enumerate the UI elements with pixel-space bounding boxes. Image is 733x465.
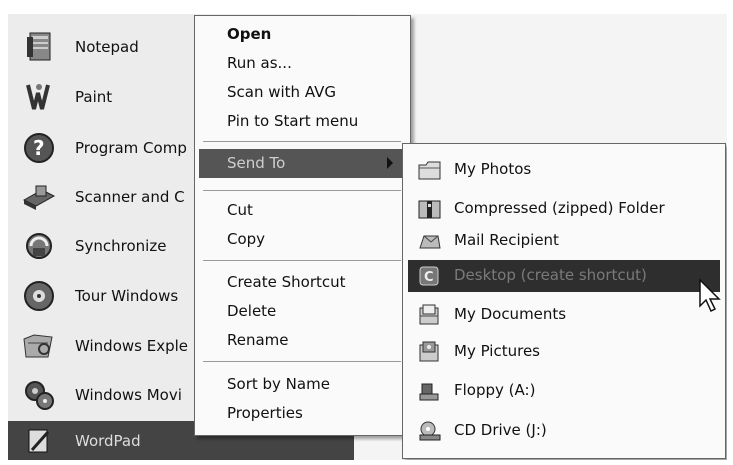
program-label: Scanner and C: [75, 188, 185, 206]
program-label: Tour Windows: [75, 287, 179, 305]
program-label: WordPad: [75, 431, 141, 450]
send-to-label: Mail Recipient: [454, 231, 559, 249]
mail-icon: [418, 230, 442, 252]
send-to-cd-drive[interactable]: CD Drive (J:): [408, 415, 720, 447]
menu-item-pin-to-start[interactable]: Pin to Start menu: [227, 112, 358, 130]
send-to-label: Floppy (A:): [454, 381, 536, 399]
send-to-my-photos[interactable]: My Photos: [408, 154, 720, 186]
menu-item-run-as[interactable]: Run as...: [227, 54, 292, 72]
menu-item-open[interactable]: Open: [227, 25, 271, 43]
svg-text:C: C: [424, 270, 434, 285]
documents-icon: [418, 304, 442, 326]
send-to-floppy[interactable]: Floppy (A:): [408, 375, 720, 407]
menu-separator: [203, 190, 401, 191]
frame-right: [727, 0, 733, 465]
menu-item-send-to[interactable]: Send To: [199, 149, 405, 178]
svg-text:?: ?: [33, 136, 45, 160]
paint-icon: [22, 80, 56, 114]
menu-item-sort-by-name[interactable]: Sort by Name: [227, 375, 330, 393]
program-label: Paint: [75, 88, 113, 106]
tour-windows-icon: [22, 279, 56, 313]
menu-item-delete[interactable]: Delete: [227, 302, 276, 320]
mouse-cursor-icon: [699, 278, 721, 313]
program-compatibility-icon: ?: [22, 131, 56, 165]
menu-separator: [203, 260, 401, 261]
frame-left: [0, 0, 8, 465]
menu-item-properties[interactable]: Properties: [227, 404, 303, 422]
program-label: Notepad: [75, 38, 139, 56]
send-to-submenu: My Photos Compressed (zipped) Folder Mai…: [402, 143, 726, 459]
scanner-icon: [22, 180, 56, 214]
send-to-label: My Photos: [454, 160, 532, 178]
program-label: Synchronize: [75, 237, 167, 255]
menu-item-copy[interactable]: Copy: [227, 230, 265, 248]
send-to-label: Desktop (create shortcut): [454, 266, 647, 284]
zip-folder-icon: [418, 198, 442, 220]
frame-bottom: [0, 460, 733, 465]
frame-top: [0, 0, 733, 14]
folder-icon: [418, 159, 442, 181]
send-to-my-pictures[interactable]: My Pictures: [408, 336, 720, 368]
submenu-arrow-icon: [387, 157, 393, 169]
program-label: Windows Exple: [75, 337, 188, 355]
program-label: Windows Movi: [75, 386, 182, 404]
send-to-label: My Pictures: [454, 342, 540, 360]
synchronize-icon: [22, 229, 56, 263]
notepad-icon: [22, 30, 56, 64]
menu-item-cut[interactable]: Cut: [227, 201, 253, 219]
context-menu: Open Run as... Scan with AVG Pin to Star…: [194, 15, 411, 436]
send-to-label: Send To: [227, 154, 286, 172]
send-to-label: Compressed (zipped) Folder: [454, 199, 665, 217]
menu-separator: [203, 141, 401, 142]
send-to-label: My Documents: [454, 305, 567, 323]
send-to-mail-recipient[interactable]: Mail Recipient: [408, 225, 720, 257]
menu-separator: [203, 361, 401, 362]
send-to-label: CD Drive (J:): [454, 421, 547, 439]
menu-item-rename[interactable]: Rename: [227, 331, 289, 349]
program-label: Program Comp: [75, 139, 187, 157]
menu-item-scan-with-avg[interactable]: Scan with AVG: [227, 83, 336, 101]
floppy-icon: [418, 380, 442, 402]
windows-movie-maker-icon: [22, 378, 56, 412]
pictures-icon: [418, 341, 442, 363]
cd-drive-icon: [418, 420, 442, 442]
windows-explorer-icon: [22, 329, 56, 363]
send-to-my-documents[interactable]: My Documents: [408, 299, 720, 331]
menu-item-create-shortcut[interactable]: Create Shortcut: [227, 273, 346, 291]
send-to-desktop-shortcut[interactable]: C Desktop (create shortcut): [408, 260, 720, 292]
desktop-icon: C: [418, 265, 442, 287]
send-to-compressed-folder[interactable]: Compressed (zipped) Folder: [408, 193, 720, 225]
wordpad-icon: [22, 424, 56, 458]
